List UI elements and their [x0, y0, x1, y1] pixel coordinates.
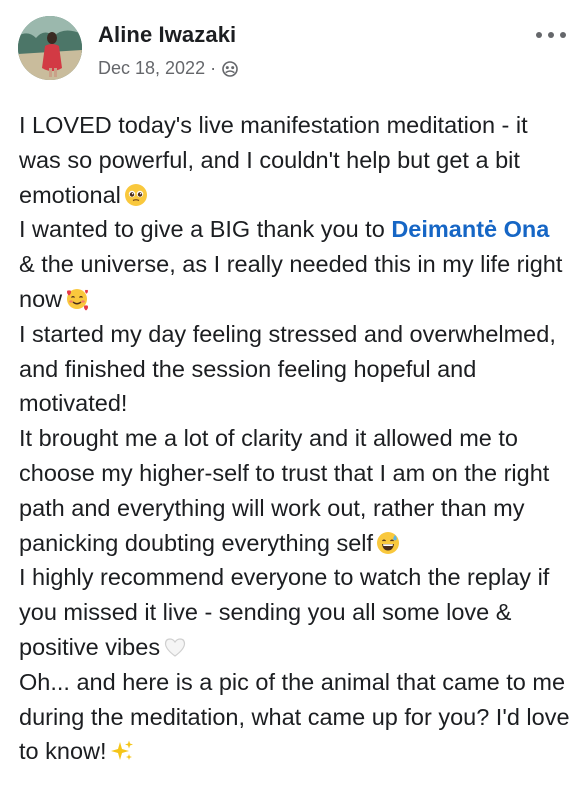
paragraph-text: I started my day feeling stressed and ov… — [19, 320, 556, 417]
grinning-sweat-emoji-icon — [376, 530, 400, 554]
paragraph-text: & the universe, as I really needed this … — [19, 251, 563, 312]
sparkles-emoji-icon — [110, 738, 134, 762]
post-paragraph: I highly recommend everyone to watch the… — [19, 560, 571, 664]
paragraph-text: I wanted to give a BIG thank you to — [19, 216, 392, 243]
post-body: I LOVED today's live manifestation medit… — [19, 108, 571, 769]
paragraph-text: Oh... and here is a pic of the animal th… — [19, 668, 570, 765]
post-paragraph: I started my day feeling stressed and ov… — [19, 317, 571, 421]
smiling-face-with-hearts-emoji-icon — [65, 286, 89, 311]
more-options-icon[interactable] — [536, 28, 566, 42]
facebook-post: Aline Iwazaki Dec 18, 2022 · I LOVED tod… — [0, 0, 584, 800]
post-paragraph: I wanted to give a BIG thank you to Deim… — [19, 212, 571, 316]
post-paragraph: It brought me a lot of clarity and it al… — [19, 421, 571, 560]
paragraph-text: I LOVED today's live manifestation medit… — [19, 112, 528, 208]
post-paragraph: I LOVED today's live manifestation medit… — [19, 108, 571, 212]
group-audience-icon — [222, 60, 238, 77]
meta-separator: · — [210, 58, 217, 78]
post-header: Aline Iwazaki Dec 18, 2022 · — [18, 14, 566, 86]
pleading-face-emoji-icon — [124, 182, 148, 206]
white-heart-emoji-icon — [163, 634, 187, 658]
avatar[interactable] — [18, 16, 82, 80]
post-paragraph: Oh... and here is a pic of the animal th… — [19, 665, 571, 769]
paragraph-text: I highly recommend everyone to watch the… — [19, 564, 550, 660]
author-name[interactable]: Aline Iwazaki — [98, 22, 236, 48]
mention-link[interactable]: Deimantė Ona — [391, 216, 549, 242]
post-date[interactable]: Dec 18, 2022 — [98, 58, 205, 79]
post-meta: Dec 18, 2022 · — [98, 58, 238, 79]
paragraph-text: It brought me a lot of clarity and it al… — [19, 425, 550, 556]
